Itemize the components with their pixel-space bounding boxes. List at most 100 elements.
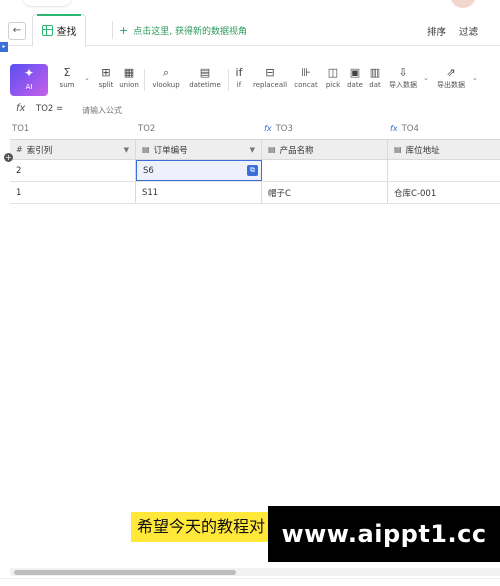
sparkle-icon: ✦	[23, 66, 35, 80]
import-data-label: 导入数据	[389, 81, 417, 89]
column-header-location[interactable]: ▤ 库位地址	[388, 140, 500, 159]
dat-icon: ▥	[369, 66, 381, 79]
avatar[interactable]	[450, 0, 476, 8]
formula-bar: fx TO2 =	[10, 101, 500, 119]
replaceall-label: replaceall	[252, 81, 288, 89]
column-id: fx TO4	[390, 124, 419, 134]
app-screen: ← 查找 + 点击这里, 获得新的数据视角 排序 过滤 ▸ ✦ AI Σ sum…	[0, 0, 500, 586]
sum-label: sum	[59, 81, 75, 89]
side-expand-icon[interactable]: ▸	[0, 42, 8, 52]
replaceall-button[interactable]: ⊟ replaceall	[252, 66, 288, 90]
text-field-icon: ▤	[394, 145, 402, 154]
table-cell[interactable]: 1	[10, 182, 136, 203]
text-field-icon: ▤	[268, 145, 276, 154]
if-button[interactable]: if if	[233, 66, 245, 90]
pick-label: pick	[325, 81, 341, 89]
union-label: union	[119, 81, 139, 89]
table-cell[interactable]: 帽子C	[262, 182, 388, 203]
table-cell-selected[interactable]: S6 ⧉	[136, 160, 262, 181]
function-toolbar: ✦ AI Σ sum ⌄ ⊞ split ▦ union ⌕ vlookup ▤…	[10, 64, 500, 98]
back-button[interactable]: ←	[8, 22, 26, 40]
table-cell[interactable]: 2	[10, 160, 136, 181]
date-label: date	[347, 81, 363, 89]
sigma-icon: Σ	[63, 66, 71, 79]
sort-button[interactable]: 排序	[427, 24, 446, 38]
column-id: TO1	[12, 124, 30, 134]
column-header-order-no[interactable]: ▤ 订单编号 ▼	[136, 140, 262, 159]
table-grid-icon	[41, 25, 53, 36]
export-caret-icon[interactable]: ⌄	[472, 74, 478, 82]
table-row[interactable]: 2 S6 ⧉	[10, 160, 500, 182]
column-id-row: TO1 TO2 fx TO3 fx TO4	[10, 122, 500, 138]
chevron-down-icon[interactable]: ▼	[124, 146, 129, 154]
date-icon: ▣	[349, 66, 361, 79]
calendar-icon: ▤	[199, 66, 211, 79]
column-header-index[interactable]: # 索引列 ▼	[10, 140, 136, 159]
concat-button[interactable]: ⊪ concat	[292, 66, 320, 90]
ai-button[interactable]: ✦ AI	[10, 64, 48, 96]
toolbar-divider	[228, 69, 229, 91]
table-row[interactable]: 1 S11 帽子C 仓库C-001	[10, 182, 500, 204]
table-cell[interactable]: S11	[136, 182, 262, 203]
dat-button[interactable]: ▥ dat	[368, 66, 382, 90]
plus-icon: +	[119, 23, 129, 37]
horizontal-scrollbar[interactable]	[10, 568, 500, 576]
if-icon: if	[235, 66, 243, 79]
header-row: # 索引列 ▼ ▤ 订单编号 ▼ ▤ 产品名称 ▤ 库位地址	[10, 139, 500, 160]
datetime-button[interactable]: ▤ datetime	[187, 66, 223, 90]
export-data-button[interactable]: ⇗ 导出数据	[434, 66, 468, 90]
replace-icon: ⊟	[265, 66, 275, 79]
add-view-text: 点击这里, 获得新的数据视角	[133, 26, 247, 37]
scrollbar-thumb[interactable]	[14, 570, 236, 575]
fx-icon: fx	[264, 124, 272, 133]
fx-icon: fx	[390, 124, 398, 133]
sum-button[interactable]: Σ sum	[58, 66, 76, 90]
datetime-label: datetime	[189, 81, 221, 89]
column-id: fx TO3	[264, 124, 293, 134]
pick-button[interactable]: ◫ pick	[324, 66, 342, 90]
hash-icon: #	[16, 145, 23, 154]
tab-lookup-label: 查找	[56, 27, 77, 38]
fx-icon: fx	[16, 103, 26, 114]
header-label: 产品名称	[279, 145, 314, 156]
vlookup-button[interactable]: ⌕ vlookup	[150, 66, 182, 90]
table-cell[interactable]: 仓库C-001	[388, 182, 500, 203]
formula-field-name: TO2 =	[36, 104, 64, 114]
add-view-button[interactable]: + 点击这里, 获得新的数据视角	[112, 21, 247, 39]
watermark: www.aippt1.cc	[268, 506, 500, 562]
tab-lookup[interactable]: 查找	[32, 14, 86, 47]
split-button[interactable]: ⊞ split	[95, 66, 117, 90]
if-label: if	[236, 81, 242, 89]
union-icon: ▦	[123, 66, 135, 79]
column-header-product-name[interactable]: ▤ 产品名称	[262, 140, 388, 159]
split-icon: ⊞	[101, 66, 111, 79]
header-label: 订单编号	[153, 145, 188, 156]
concat-icon: ⊪	[301, 66, 311, 79]
expand-cell-icon[interactable]: ⧉	[247, 165, 258, 176]
cell-value: S6	[143, 165, 154, 176]
subtitle-caption: 希望今天的教程对	[131, 512, 271, 542]
filter-button[interactable]: 过滤	[459, 24, 478, 38]
table-cell[interactable]	[262, 160, 388, 181]
split-label: split	[98, 81, 114, 89]
column-id: TO2	[138, 124, 156, 134]
date-button[interactable]: ▣ date	[346, 66, 364, 90]
export-data-label: 导出数据	[437, 81, 465, 89]
search-icon: ⌕	[162, 66, 170, 79]
toolbar-divider	[144, 69, 145, 91]
pick-icon: ◫	[327, 66, 339, 79]
tab-bar: ← 查找 + 点击这里, 获得新的数据视角 排序 过滤	[0, 14, 500, 47]
table-cell[interactable]	[388, 160, 500, 181]
import-data-button[interactable]: ⇩ 导入数据	[386, 66, 420, 90]
back-arrow-icon: ←	[12, 25, 22, 36]
import-icon: ⇩	[398, 66, 408, 79]
header-label: 库位地址	[405, 145, 440, 156]
dat-label: dat	[369, 81, 381, 89]
chevron-down-icon[interactable]: ▼	[250, 146, 255, 154]
formula-input[interactable]	[82, 103, 282, 117]
sum-caret-icon[interactable]: ⌄	[84, 74, 90, 82]
union-button[interactable]: ▦ union	[118, 66, 140, 90]
import-caret-icon[interactable]: ⌄	[423, 74, 429, 82]
concat-label: concat	[294, 81, 318, 89]
export-icon: ⇗	[446, 66, 456, 79]
